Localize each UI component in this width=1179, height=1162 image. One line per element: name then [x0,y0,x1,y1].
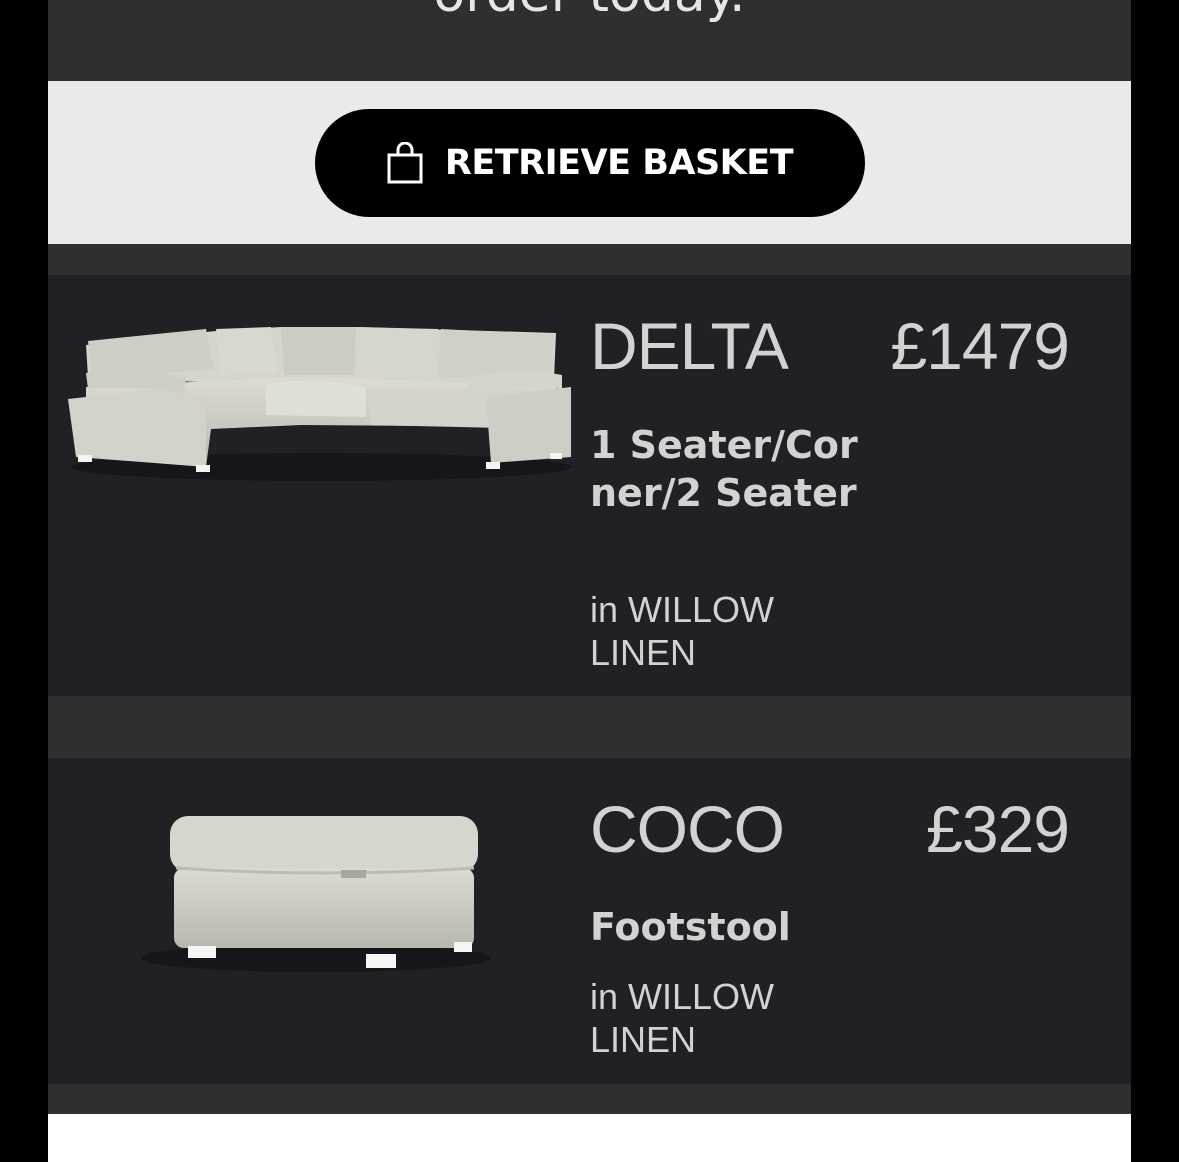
basket-band: RETRIEVE BASKET [48,81,1131,244]
basket-item[interactable]: DELTA £1479 1 Seater/Corner/2 Seater in … [48,275,1131,696]
item-description: Footstool [590,905,791,949]
header-text: order today. [48,0,1131,26]
item-fabric: in WILLOW LINEN [590,589,775,673]
item-fabric: in WILLOW LINEN [590,976,775,1060]
retrieve-basket-label: RETRIEVE BASKET [444,143,794,183]
item-name: COCO [590,792,785,866]
item-name: DELTA [590,309,789,383]
basket-item[interactable]: COCO £329 Footstool in WILLOW LINEN [48,758,1131,1084]
shopping-bag-icon [387,142,423,184]
item-price: £1479 [890,309,1070,383]
item-price: £329 [926,792,1070,866]
retrieve-basket-button[interactable]: RETRIEVE BASKET [315,109,865,217]
item-description: 1 Seater/Corner/2 Seater [590,423,858,515]
page: order today. RETRIEVE BASKET [48,0,1131,1162]
footer-area [48,1114,1131,1162]
corner-sofa-image [68,327,571,481]
footstool-image [141,816,491,972]
